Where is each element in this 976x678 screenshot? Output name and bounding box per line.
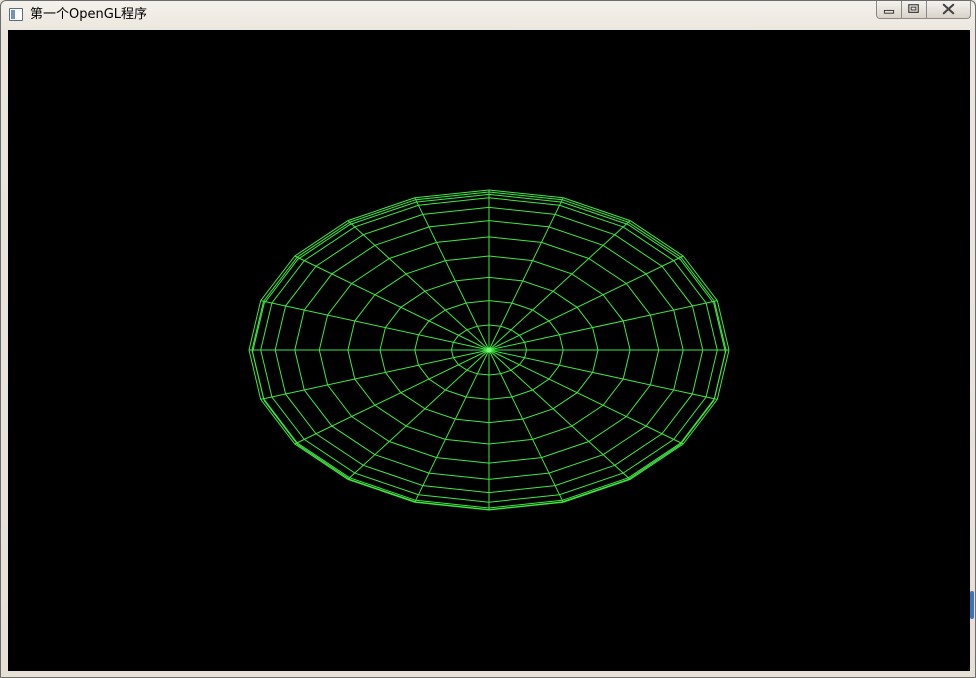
pole-point: [486, 347, 492, 353]
window-title: 第一个OpenGL程序: [30, 7, 148, 22]
longitude-spoke: [488, 197, 564, 351]
longitude-spoke: [488, 300, 718, 351]
wireframe-sphere: [248, 189, 730, 511]
longitude-spoke: [488, 349, 631, 480]
longitude-spoke: [260, 300, 490, 351]
longitude-spoke: [347, 349, 490, 480]
maximize-button[interactable]: [902, 1, 927, 19]
longitude-spoke: [294, 349, 490, 445]
app-window-icon[interactable]: [9, 8, 23, 21]
opengl-canvas[interactable]: [8, 30, 970, 671]
minimize-icon: [883, 9, 895, 14]
longitude-spoke: [488, 220, 631, 351]
opengl-window: 第一个OpenGL程序: [0, 0, 976, 678]
longitude-spoke: [414, 197, 490, 351]
longitude-spoke: [414, 349, 490, 503]
longitude-spoke: [488, 349, 684, 445]
minimize-button[interactable]: [876, 1, 902, 19]
caption-buttons: [876, 1, 971, 21]
close-icon: [942, 3, 955, 15]
longitude-spoke: [488, 349, 718, 400]
title-bar[interactable]: 第一个OpenGL程序: [1, 1, 975, 29]
maximize-icon: [908, 4, 919, 13]
longitude-spoke: [260, 349, 490, 400]
longitude-spoke: [488, 349, 564, 503]
longitude-spoke: [294, 255, 490, 351]
longitude-spoke: [347, 220, 490, 351]
edge-scroll-marker: [970, 591, 974, 619]
longitude-spoke: [488, 255, 684, 351]
close-button[interactable]: [927, 1, 971, 19]
